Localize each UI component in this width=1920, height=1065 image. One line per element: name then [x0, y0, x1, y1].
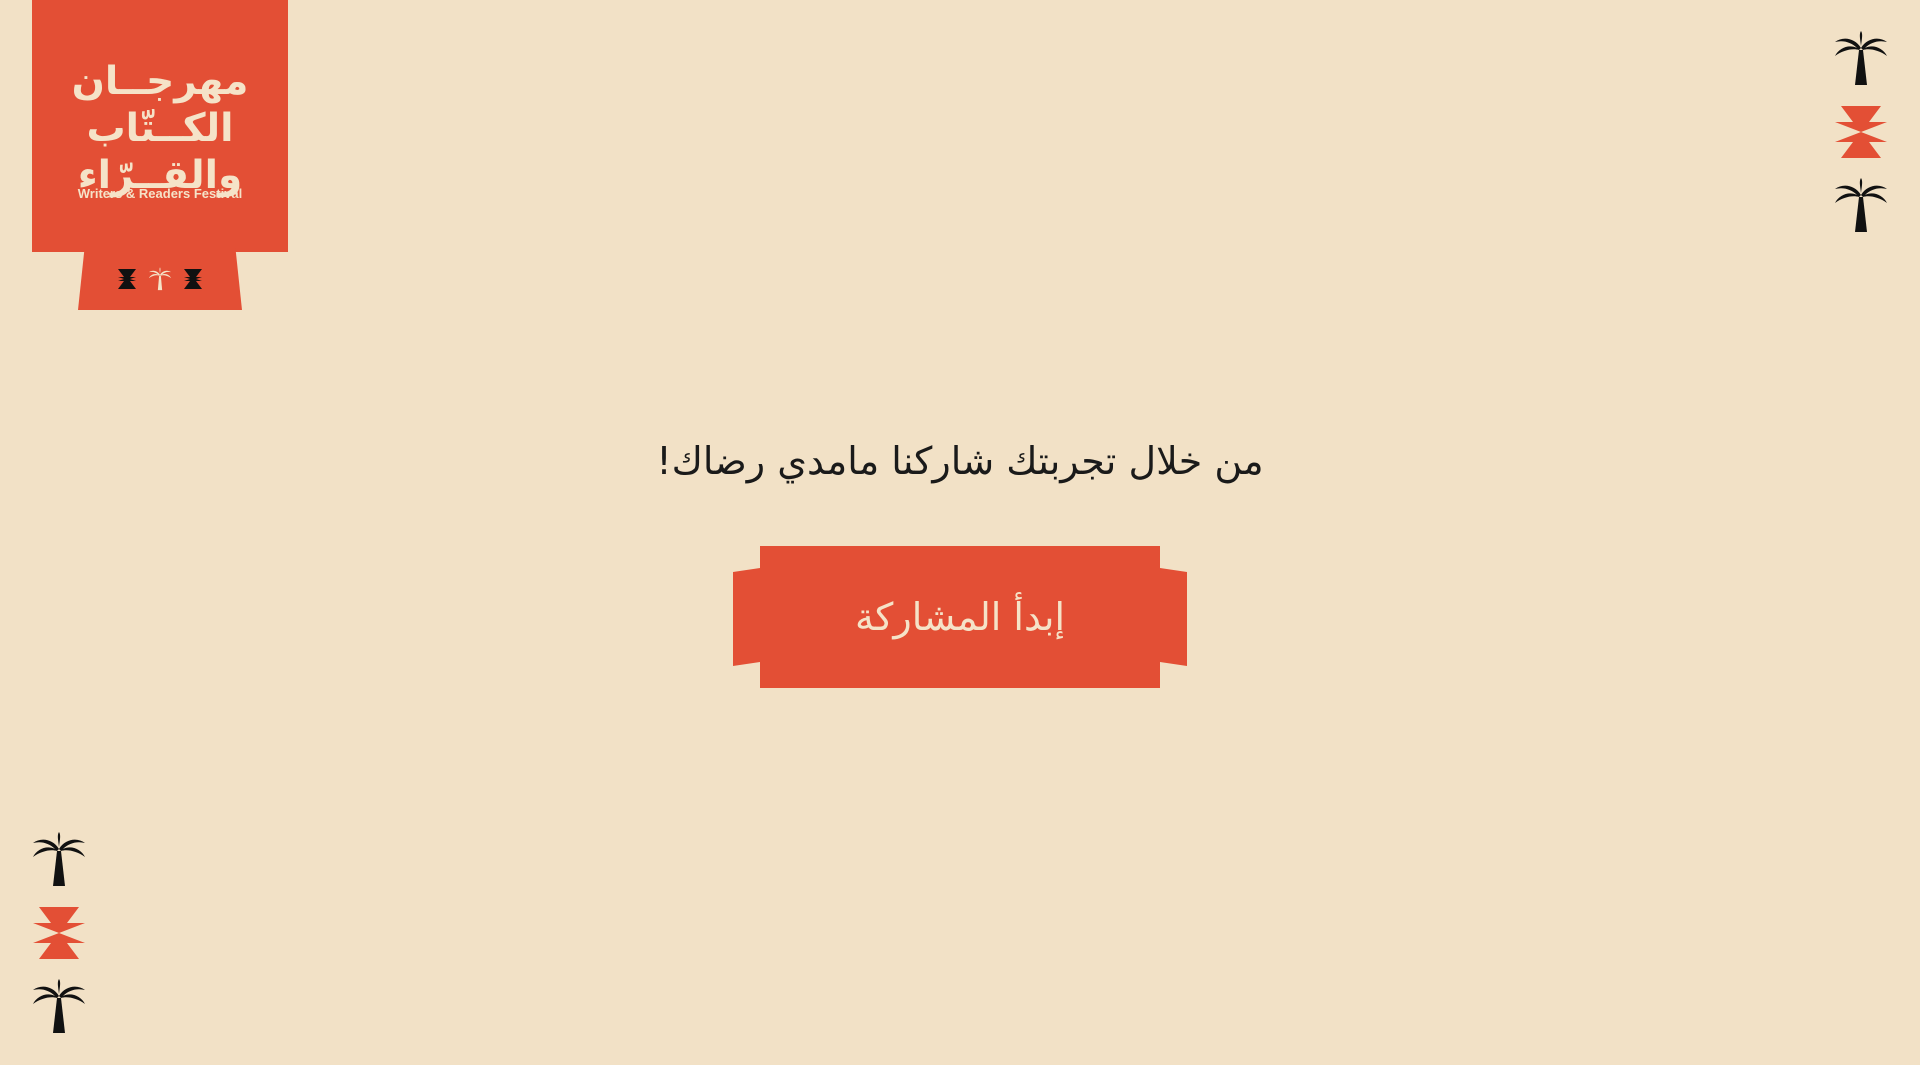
- star-ornament-icon: [184, 269, 202, 289]
- palm-tree-icon: [33, 832, 85, 886]
- start-participation-button[interactable]: إبدأ المشاركة: [733, 546, 1187, 688]
- festival-logo: مهرجــان الكــتّاب والقــرّاء Writers & …: [32, 0, 288, 252]
- logo-arabic-line: مهرجــان: [71, 59, 249, 104]
- logo-arabic-line: الكــتّاب: [86, 106, 234, 151]
- logo-tab-icons: [78, 248, 242, 310]
- palm-tree-icon: [1835, 31, 1887, 85]
- palm-tree-icon: [1835, 178, 1887, 232]
- palm-tree-icon: [33, 979, 85, 1033]
- palm-tree-icon: [148, 267, 172, 291]
- logo-english-title: Writers & Readers Festival: [77, 186, 243, 201]
- logo-tab: [78, 248, 242, 310]
- ornament-icon: [33, 907, 85, 959]
- start-button-label: إبدأ المشاركة: [854, 595, 1066, 639]
- star-ornament-icon: [118, 269, 136, 289]
- logo-arabic-title: مهرجــان الكــتّاب والقــرّاء: [32, 58, 288, 199]
- page: مهرجــان الكــتّاب والقــرّاء Writers & …: [0, 0, 1920, 1065]
- satisfaction-prompt: من خلال تجربتك شاركنا مامدي رضاك!: [656, 439, 1264, 483]
- ornament-icon: [1835, 106, 1887, 158]
